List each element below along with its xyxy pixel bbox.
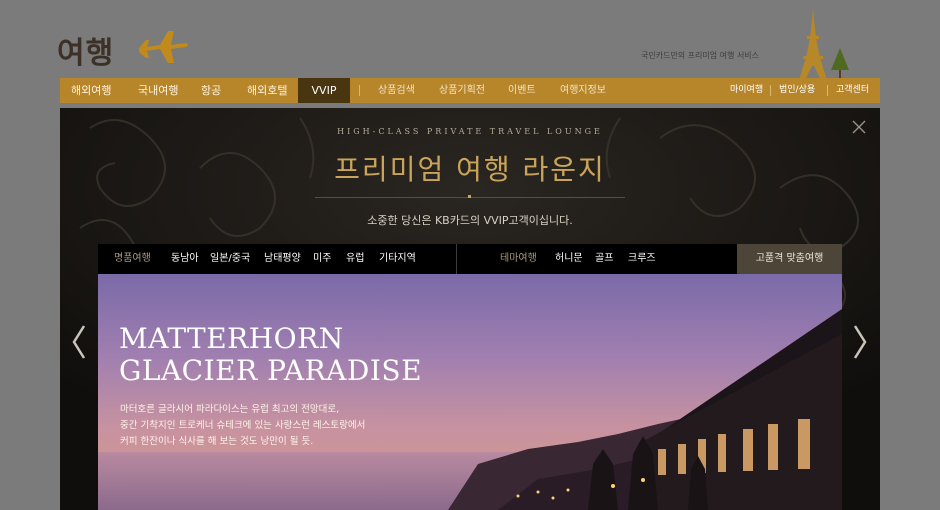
tab-group-label-luxury[interactable]: 명품여행 — [114, 244, 151, 274]
hero-sunset-image — [98, 274, 842, 510]
nav-divider — [770, 85, 771, 96]
destination-tab-bar: 명품여행 동남아 일본/중국 남태평양 미주 유럽 기타지역 테마여행 허니문 … — [98, 244, 842, 274]
nav-item-destination-info[interactable]: 여행지정보 — [560, 78, 606, 103]
tab-golf[interactable]: 골프 — [595, 244, 613, 274]
nav-item-domestic-travel[interactable]: 국내여행 — [138, 78, 178, 103]
custom-travel-button[interactable]: 고품격 맞춤여행 — [737, 244, 842, 274]
airplane-icon — [139, 31, 188, 63]
tree-icon — [831, 48, 849, 78]
nav-item-overseas-hotels[interactable]: 해외호텔 — [247, 78, 287, 103]
chevron-right-icon[interactable] — [851, 322, 869, 362]
chevron-left-icon[interactable] — [70, 322, 88, 362]
hero-title-line: MATTERHORN — [119, 322, 344, 355]
logo-text[interactable]: 여행 — [57, 28, 114, 72]
nav-item-flights[interactable]: 항공 — [201, 78, 221, 103]
nav-item-customer-center[interactable]: 고객센터 — [836, 78, 869, 103]
nav-item-events[interactable]: 이벤트 — [508, 78, 536, 103]
tab-group-label-theme[interactable]: 테마여행 — [500, 244, 537, 274]
lounge-description: 소중한 당신은 KB카드의 VVIP고객이십니다. — [367, 214, 573, 227]
tab-americas[interactable]: 미주 — [313, 244, 331, 274]
hero-banner[interactable]: MATTERHORN GLACIER PARADISE 마터호른 글라시어 파라… — [98, 274, 842, 510]
main-nav-bar: 해외여행 국내여행 항공 해외호텔 VVIP 상품검색 상품기획전 이벤트 여행… — [60, 78, 880, 103]
tagline: 국민카드만의 프리미엄 여행 서비스 — [641, 51, 760, 60]
tab-cruise[interactable]: 크루즈 — [628, 244, 656, 274]
lounge-title: 프리미엄 여행 라운지 — [334, 153, 606, 186]
nav-item-product-search[interactable]: 상품검색 — [378, 78, 415, 103]
nav-item-corporate[interactable]: 법인/상용 — [779, 78, 815, 103]
hero-title-line: GLACIER PARADISE — [119, 354, 423, 387]
hero-desc-line: 커피 한잔이나 식사를 해 보는 것도 낭만이 될 듯. — [120, 436, 314, 447]
tab-divider — [456, 244, 457, 274]
tab-japan-china[interactable]: 일본/중국 — [210, 244, 250, 274]
tab-other-regions[interactable]: 기타지역 — [379, 244, 416, 274]
eiffel-tower-icon — [800, 8, 849, 80]
nav-item-my-travel[interactable]: 마이여행 — [730, 78, 763, 103]
nav-divider — [359, 85, 360, 96]
hero-desc-line: 마터호른 글라시어 파라다이스는 유럽 최고의 전망대로, — [120, 404, 340, 415]
site-header: 여행 국민카드만의 프리미엄 여행 서비스 — [0, 0, 940, 80]
lounge-subtitle: HIGH-CLASS PRIVATE TRAVEL LOUNGE — [337, 127, 603, 136]
divider-ornament — [468, 195, 471, 198]
tab-southeast-asia[interactable]: 동남아 — [171, 244, 199, 274]
vvip-lounge-panel: HIGH-CLASS PRIVATE TRAVEL LOUNGE 프리미엄 여행… — [60, 108, 880, 510]
tab-honeymoon[interactable]: 허니문 — [555, 244, 583, 274]
hero-description: 마터호른 글라시어 파라다이스는 유럽 최고의 전망대로, 중간 기착지인 트로… — [120, 402, 365, 450]
nav-item-special-exhibition[interactable]: 상품기획전 — [439, 78, 485, 103]
nav-item-overseas-travel[interactable]: 해외여행 — [71, 78, 111, 103]
tab-europe[interactable]: 유럽 — [346, 244, 364, 274]
hero-title: MATTERHORN GLACIER PARADISE — [119, 323, 422, 387]
nav-divider — [827, 85, 828, 96]
nav-item-vvip[interactable]: VVIP — [298, 78, 350, 103]
hero-desc-line: 중간 기착지인 트로케너 슈테크에 있는 사랑스런 레스토랑에서 — [120, 420, 366, 431]
tab-south-pacific[interactable]: 남태평양 — [264, 244, 301, 274]
